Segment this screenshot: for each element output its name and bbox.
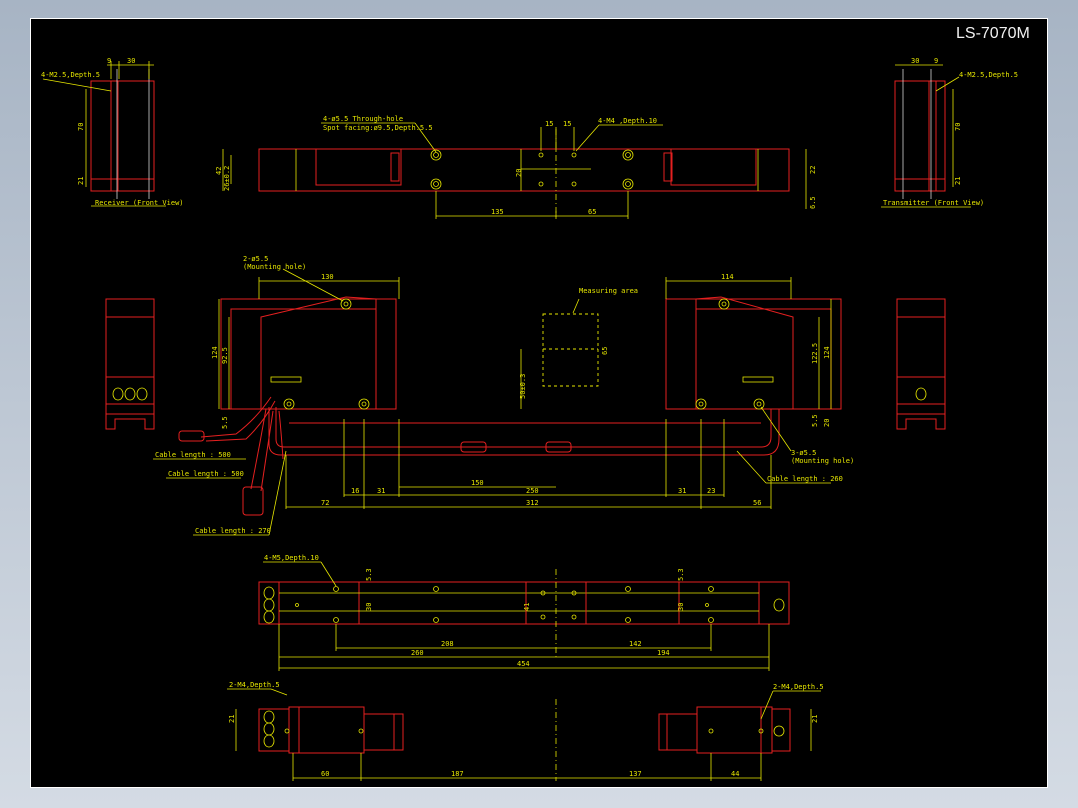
dim-72: 72 [321, 499, 329, 507]
dim-21a: 21 [228, 715, 236, 723]
dim-21: 21 [77, 177, 85, 185]
dim-16: 16 [351, 487, 359, 495]
dim-187: 187 [451, 770, 464, 778]
m4-depth-note: 4-M4 ,Depth.10 [598, 117, 657, 125]
dim-5-5-right: 5.5 [811, 414, 819, 427]
dim-30b: 30 [677, 603, 685, 611]
drawing-viewport[interactable]: LS-7070M 9 30 70 21 4-M2.5,Depth.5 Recei… [30, 18, 1048, 788]
drawing-title: LS-7070M [956, 25, 1030, 42]
dim-44: 44 [731, 770, 739, 778]
through-hole-note: 4-ø5.5 Through-hole [323, 115, 403, 123]
bottom-side-view: 2-M4,Depth.5 2-M4,Depth.5 21 21 60 187 1… [227, 681, 824, 781]
m4-left-note: 2-M4,Depth.5 [229, 681, 280, 689]
cable-500-a: Cable length : 500 [155, 451, 231, 459]
mount-hole-left-line2: (Mounting hole) [243, 263, 306, 271]
dim-70: 70 [77, 123, 85, 131]
dim-31-right: 31 [678, 487, 686, 495]
transmitter-tap-note: 4-M2.5,Depth.5 [959, 71, 1018, 79]
dim-114: 114 [721, 273, 734, 281]
receiver-tap-note: 4-M2.5,Depth.5 [41, 71, 100, 79]
dim-5-3a: 5.3 [365, 568, 373, 581]
dim-31: 31 [377, 487, 385, 495]
mount-hole-right-line1: 3-ø5.5 [791, 449, 816, 457]
dim-6-5: 6.5 [809, 196, 817, 209]
dim-42: 42 [215, 167, 223, 175]
dim-30a: 30 [365, 603, 373, 611]
cad-drawing: LS-7070M 9 30 70 21 4-M2.5,Depth.5 Recei… [41, 25, 1030, 781]
dim-65-measure: 65 [601, 347, 609, 355]
dim-312: 312 [526, 499, 539, 507]
cable-270: Cable length : 270 [195, 527, 271, 535]
dim-30-right: 30 [911, 57, 919, 65]
receiver-view-label: Receiver (Front View) [95, 199, 184, 207]
m4-right-note: 2-M4,Depth.5 [773, 683, 824, 691]
bottom-top-view: 4-M5,Depth.10 5.3 5.3 30 41 30 208 142 2… [258, 554, 790, 671]
receiver-front-view: 9 30 70 21 4-M2.5,Depth.5 Receiver (Fron… [41, 57, 184, 207]
dim-56: 56 [753, 499, 761, 507]
dim-124: 124 [211, 346, 219, 359]
dim-5-5: 5.5 [221, 416, 229, 429]
dim-5-3b: 5.3 [677, 568, 685, 581]
dim-122-5: 122.5 [811, 343, 819, 364]
transmitter-front-view: 30 9 70 21 4-M2.5,Depth.5 Transmitter (F… [881, 57, 1018, 208]
dim-41: 41 [523, 603, 531, 611]
dim-70-right: 70 [954, 123, 962, 131]
dim-92-5: 92.5 [221, 347, 229, 364]
dim-454: 454 [517, 660, 530, 668]
dim-23: 23 [707, 487, 715, 495]
dim-250: 250 [526, 487, 539, 495]
cable-260: Cable length : 260 [767, 475, 843, 483]
mount-hole-left-line1: 2-ø5.5 [243, 255, 268, 263]
dim-21b: 21 [811, 715, 819, 723]
measuring-area-label: Measuring area [579, 287, 638, 295]
transmitter-view-label: Transmitter (Front View) [883, 199, 984, 207]
dim-137: 137 [629, 770, 642, 778]
dim-9: 9 [107, 57, 111, 65]
dim-208: 208 [441, 640, 454, 648]
dim-15a: 15 [545, 120, 553, 128]
m5-depth-note: 4-M5,Depth.10 [264, 554, 319, 562]
mount-hole-right-line2: (Mounting hole) [791, 457, 854, 465]
middle-front-view: Measuring area 65 50±0.3 130 114 124 92.… [105, 255, 946, 536]
dim-21-right: 21 [954, 177, 962, 185]
top-side-view: 4-ø5.5 Through-hole Spot facing:ø9.5,Dep… [215, 115, 817, 219]
cable-500-b: Cable length : 500 [168, 470, 244, 478]
dim-142: 142 [629, 640, 642, 648]
dim-150: 150 [471, 479, 484, 487]
dim-194: 194 [657, 649, 670, 657]
dim-22: 22 [809, 166, 817, 174]
dim-50: 50±0.3 [519, 374, 527, 399]
dim-260: 260 [411, 649, 424, 657]
dim-30: 30 [127, 57, 135, 65]
dim-26: 26±0.2 [223, 166, 231, 191]
dim-124-right: 124 [823, 346, 831, 359]
dim-135: 135 [491, 208, 504, 216]
dim-65: 65 [588, 208, 596, 216]
dim-130: 130 [321, 273, 334, 281]
dim-20-right: 20 [823, 419, 831, 427]
dim-9-right: 9 [934, 57, 938, 65]
dim-60: 60 [321, 770, 329, 778]
spot-facing-note: Spot facing:ø9.5,Depth.5.5 [323, 124, 433, 132]
dim-15b: 15 [563, 120, 571, 128]
dim-20: 20 [515, 169, 523, 177]
